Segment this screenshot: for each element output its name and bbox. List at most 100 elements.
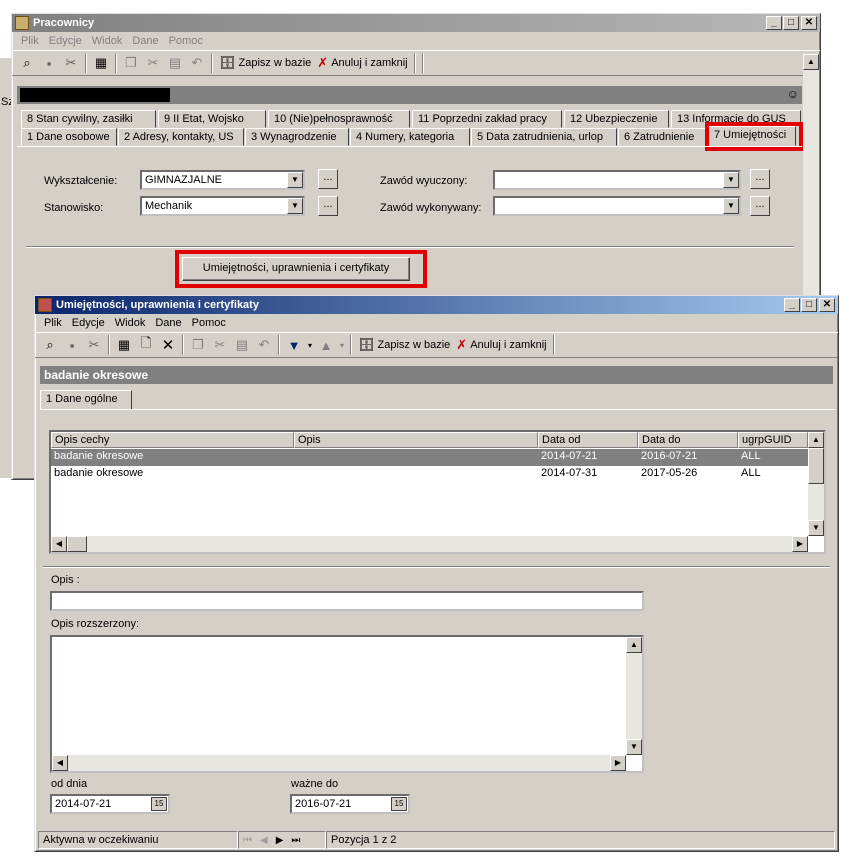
grid-vertical-scrollbar[interactable]: ▲ ▼ [808, 432, 824, 536]
chevron-down-icon[interactable]: ▼ [287, 172, 303, 188]
maximize-icon[interactable]: □ [801, 298, 817, 312]
delete-icon[interactable]: ✂ [83, 334, 105, 356]
menu-pomoc[interactable]: Pomoc [187, 317, 231, 329]
table-row[interactable]: badanie okresowe 2014-07-21 2016-07-21 A… [51, 449, 808, 466]
table-row[interactable]: badanie okresowe 2014-07-31 2017-05-26 A… [51, 466, 808, 483]
position-combo[interactable]: Mechanik ▼ [140, 196, 305, 216]
od-dnia-date-field[interactable]: 2014-07-21 15 [50, 794, 170, 814]
calendar-icon[interactable]: 15 [391, 797, 407, 811]
learned-profession-combo[interactable]: ▼ [493, 170, 741, 190]
cut-icon[interactable]: ✂ [209, 334, 231, 356]
save-disk-icon[interactable]: ▪ [61, 334, 83, 356]
undo-icon[interactable]: ↶ [186, 52, 208, 74]
menu-dane[interactable]: Dane [150, 317, 186, 329]
chevron-down-icon[interactable]: ▼ [287, 198, 303, 214]
last-record-icon[interactable]: ⏭ [291, 835, 300, 846]
column-header-opis-cechy[interactable]: Opis cechy [51, 432, 294, 448]
scroll-thumb[interactable] [67, 536, 87, 552]
copy-icon[interactable]: ❐ [120, 52, 142, 74]
chevron-down-icon[interactable]: ▼ [723, 172, 739, 188]
scroll-up-icon[interactable]: ▲ [808, 432, 824, 448]
tab-niepelnosprawnosc[interactable]: 10 (Nie)pełnosprawność [268, 110, 410, 128]
column-header-ugrpguid[interactable]: ugrpGUID [738, 432, 808, 448]
maximize-icon[interactable]: □ [783, 16, 799, 30]
tab-zatrudnienie[interactable]: 6 Zatrudnienie [618, 128, 706, 146]
properties-icon[interactable]: ▦ [90, 52, 112, 74]
tab-adresy[interactable]: 2 Adresy, kontakty, US [118, 128, 244, 146]
column-header-data-od[interactable]: Data od [538, 432, 638, 448]
column-header-data-do[interactable]: Data do [638, 432, 738, 448]
save-to-db-button[interactable]: 🗄 Zapisz w bazie [216, 52, 314, 74]
find-icon[interactable]: ⌕ [16, 52, 38, 74]
tab-stan-cywilny[interactable]: 8 Stan cywilny, zasiłki [21, 110, 156, 128]
tab-dane-osobowe[interactable]: 1 Dane osobowe [21, 128, 117, 146]
scroll-up-icon[interactable]: ▲ [803, 54, 819, 70]
tab-wynagrodzenie[interactable]: 3 Wynagrodzenie [245, 128, 349, 146]
tab-numery[interactable]: 4 Numery, kategoria [350, 128, 470, 146]
menu-widok[interactable]: Widok [87, 35, 128, 47]
cut-icon[interactable]: ✂ [142, 52, 164, 74]
opis-rozszerzony-textarea[interactable]: ▲ ▼ ◀ ▶ [50, 635, 644, 773]
properties-icon[interactable]: ▦ [113, 334, 135, 356]
new-document-icon[interactable]: 🗋 [135, 334, 157, 356]
save-disk-icon[interactable]: ▪ [38, 52, 60, 74]
menu-edycje[interactable]: Edycje [44, 35, 87, 47]
scroll-right-icon[interactable]: ▶ [792, 536, 808, 552]
menu-edycje[interactable]: Edycje [67, 317, 110, 329]
save-to-db-button[interactable]: 🗄 Zapisz w bazie [355, 334, 453, 356]
next-record-icon[interactable]: ▶ [276, 835, 284, 846]
menu-plik[interactable]: Plik [16, 35, 44, 47]
tab-ii-etat[interactable]: 9 II Etat, Wojsko [158, 110, 266, 128]
chevron-down-icon[interactable]: ▼ [723, 198, 739, 214]
position-lookup-button[interactable]: ... [318, 196, 338, 216]
paste-icon[interactable]: ▤ [231, 334, 253, 356]
menu-dane[interactable]: Dane [127, 35, 163, 47]
find-icon[interactable]: ⌕ [39, 334, 61, 356]
menu-pomoc[interactable]: Pomoc [164, 35, 208, 47]
scroll-down-icon[interactable]: ▼ [808, 520, 824, 536]
scroll-right-icon[interactable]: ▶ [610, 755, 626, 771]
main-titlebar[interactable]: Pracownicy _ □ ✕ [12, 14, 820, 32]
education-combo[interactable]: GIMNAZJALNE ▼ [140, 170, 305, 190]
chevron-down-icon[interactable]: ▾ [337, 334, 347, 356]
menu-widok[interactable]: Widok [110, 317, 151, 329]
delete-record-icon[interactable]: ✕ [157, 334, 179, 356]
scroll-left-icon[interactable]: ◀ [51, 536, 67, 552]
performed-profession-lookup-button[interactable]: ... [750, 196, 770, 216]
scroll-left-icon[interactable]: ◀ [52, 755, 68, 771]
performed-profession-combo[interactable]: ▼ [493, 196, 741, 216]
calendar-icon[interactable]: 15 [151, 797, 167, 811]
close-icon[interactable]: ✕ [801, 16, 817, 30]
column-header-opis[interactable]: Opis [294, 432, 538, 448]
minimize-icon[interactable]: _ [784, 298, 800, 312]
wazne-do-date-field[interactable]: 2016-07-21 15 [290, 794, 410, 814]
education-lookup-button[interactable]: ... [318, 169, 338, 189]
chevron-down-icon[interactable]: ▾ [305, 334, 315, 356]
menu-plik[interactable]: Plik [39, 317, 67, 329]
skills-titlebar[interactable]: Umiejętności, uprawnienia i certyfikaty … [35, 296, 838, 314]
cancel-close-button[interactable]: ✗ Anuluj i zamknij [314, 52, 410, 74]
minimize-icon[interactable]: _ [766, 16, 782, 30]
paste-icon[interactable]: ▤ [164, 52, 186, 74]
copy-icon[interactable]: ❐ [187, 334, 209, 356]
tab-poprzedni-zaklad[interactable]: 11 Poprzedni zakład pracy [412, 110, 562, 128]
prev-record-icon[interactable]: ◀ [260, 835, 268, 846]
scroll-up-icon[interactable]: ▲ [626, 637, 642, 653]
delete-icon[interactable]: ✂ [60, 52, 82, 74]
textarea-horizontal-scrollbar[interactable]: ◀ ▶ [52, 755, 626, 771]
grid-horizontal-scrollbar[interactable]: ◀ ▶ [51, 536, 808, 552]
tab-dane-ogolne[interactable]: 1 Dane ogólne [40, 390, 132, 410]
cancel-close-button[interactable]: ✗ Anuluj i zamknij [453, 334, 549, 356]
scroll-thumb[interactable] [808, 448, 824, 484]
arrow-down-icon[interactable]: ▼ [283, 334, 305, 356]
learned-profession-lookup-button[interactable]: ... [750, 169, 770, 189]
opis-input[interactable] [50, 591, 644, 611]
tab-ubezpieczenie[interactable]: 12 Ubezpieczenie [564, 110, 669, 128]
scroll-down-icon[interactable]: ▼ [626, 739, 642, 755]
close-icon[interactable]: ✕ [819, 298, 835, 312]
textarea-vertical-scrollbar[interactable]: ▲ ▼ [626, 637, 642, 755]
arrow-up-icon[interactable]: ▲ [315, 334, 337, 356]
first-record-icon[interactable]: ⏮ [243, 835, 252, 846]
tab-data-zatrudnienia[interactable]: 5 Data zatrudnienia, urlop [471, 128, 617, 146]
undo-icon[interactable]: ↶ [253, 334, 275, 356]
